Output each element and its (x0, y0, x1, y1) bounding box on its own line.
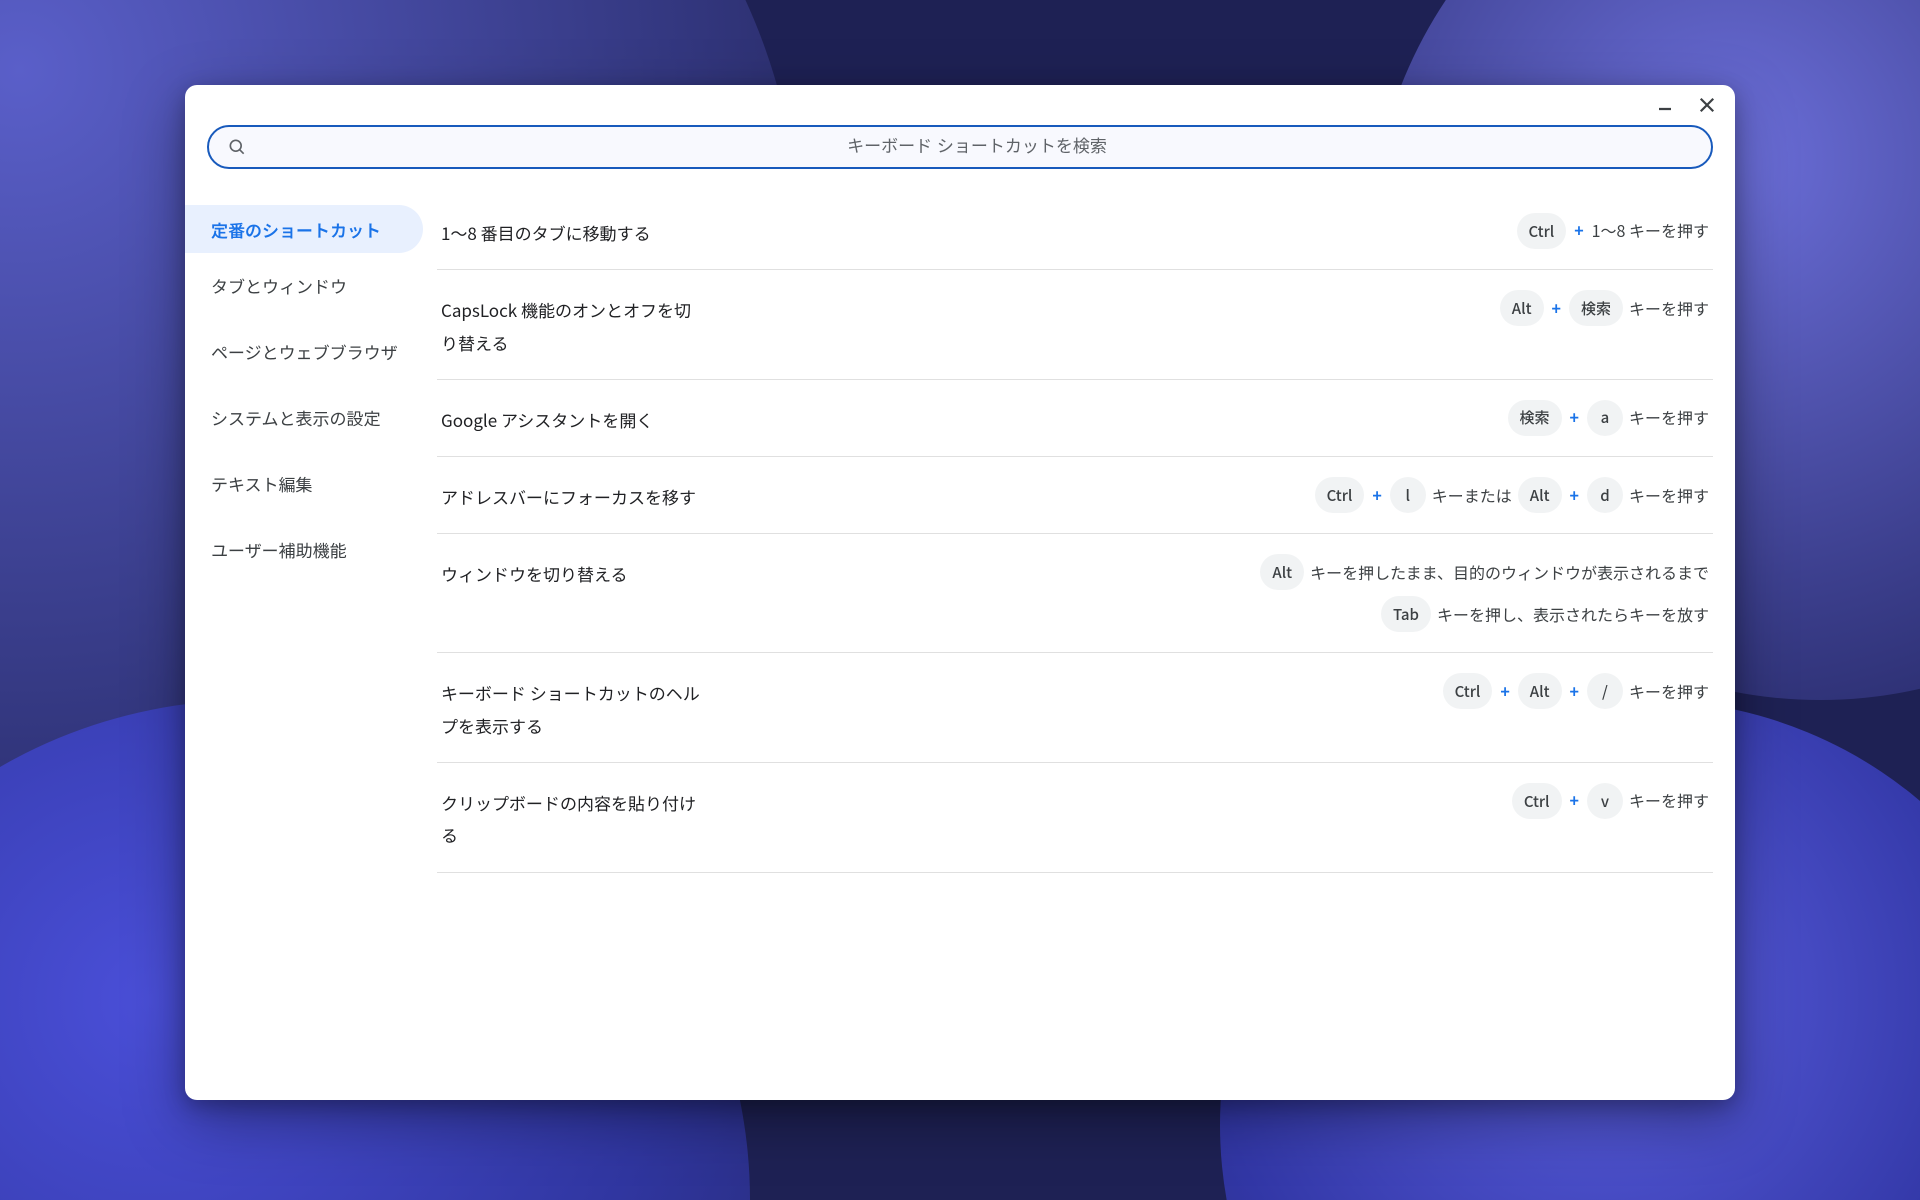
sidebar-item-label: ユーザー補助機能 (211, 537, 347, 562)
shortcut-title: キーボード ショートカットのヘルプを表示する (441, 673, 701, 742)
plus-icon: + (1498, 674, 1511, 709)
shortcut-text: キーまたは (1432, 478, 1512, 513)
shortcut-text: キーを押す (1629, 674, 1709, 709)
search-icon (227, 137, 247, 157)
keycap: Alt (1518, 477, 1562, 513)
sidebar: 定番のショートカットタブとウィンドウページとウェブブラウザシステムと表示の設定テ… (185, 193, 437, 1100)
shortcut-keys: Ctrl+vキーを押す (1512, 783, 1709, 819)
sidebar-item-label: ページとウェブブラウザ (211, 339, 398, 364)
plus-icon: + (1370, 478, 1383, 513)
shortcut-title: CapsLock 機能のオンとオフを切り替える (441, 290, 701, 359)
search-input[interactable] (261, 137, 1693, 157)
plus-icon: + (1572, 213, 1585, 248)
sidebar-item-2[interactable]: ページとウェブブラウザ (185, 327, 423, 375)
shortcut-row: 1～8 番目のタブに移動する Ctrl+1～8 キーを押す (437, 193, 1713, 270)
keycap: Alt (1260, 554, 1304, 590)
shortcut-row: キーボード ショートカットのヘルプを表示するCtrl+Alt+/キーを押す (437, 653, 1713, 763)
shortcut-text: キーを押す (1629, 400, 1709, 435)
plus-icon: + (1568, 674, 1581, 709)
sidebar-item-label: タブとウィンドウ (211, 273, 347, 298)
keycap: Ctrl (1315, 477, 1365, 513)
shortcut-text: キーを押す (1629, 291, 1709, 326)
shortcut-row: アドレスバーにフォーカスを移すCtrl+lキーまたはAlt+dキーを押す (437, 457, 1713, 534)
shortcut-row: ウィンドウを切り替える Altキーを押したまま、目的のウィンドウが表示されるまで T… (437, 534, 1713, 653)
keycap: / (1587, 673, 1623, 709)
plus-icon: + (1550, 291, 1563, 326)
shortcut-keys: Ctrl+1～8 キーを押す (1517, 213, 1709, 249)
keycap: 検索 (1569, 290, 1623, 326)
sidebar-item-1[interactable]: タブとウィンドウ (185, 261, 423, 309)
keycap: a (1587, 400, 1623, 436)
shortcut-text: 1～8 キーを押す (1592, 213, 1709, 248)
sidebar-item-label: 定番のショートカット (211, 217, 381, 242)
titlebar (185, 85, 1735, 125)
plus-icon: + (1568, 478, 1581, 513)
keycap: Tab (1381, 596, 1431, 632)
shortcut-row: CapsLock 機能のオンとオフを切り替える Alt+検索キーを押す (437, 270, 1713, 380)
shortcut-keys: Ctrl+Alt+/キーを押す (1443, 673, 1709, 709)
sidebar-item-5[interactable]: ユーザー補助機能 (185, 525, 423, 573)
keycap: d (1587, 477, 1623, 513)
close-button[interactable] (1693, 91, 1721, 119)
sidebar-item-label: システムと表示の設定 (211, 405, 381, 430)
keycap: Alt (1500, 290, 1544, 326)
shortcut-keys: 検索+aキーを押す (1508, 400, 1709, 436)
plus-icon: + (1568, 400, 1581, 435)
sidebar-item-3[interactable]: システムと表示の設定 (185, 393, 423, 441)
shortcut-title: アドレスバーにフォーカスを移す (441, 477, 696, 513)
sidebar-item-0[interactable]: 定番のショートカット (185, 205, 423, 253)
plus-icon: + (1568, 783, 1581, 818)
shortcut-text: キーを押す (1629, 783, 1709, 818)
close-icon (1697, 95, 1717, 115)
shortcut-row: クリップボードの内容を貼り付ける Ctrl+vキーを押す (437, 763, 1713, 873)
shortcut-keys: Ctrl+lキーまたはAlt+dキーを押す (1315, 477, 1709, 513)
shortcuts-window: 定番のショートカットタブとウィンドウページとウェブブラウザシステムと表示の設定テ… (185, 85, 1735, 1100)
keycap: Ctrl (1517, 213, 1567, 249)
shortcut-keys: Alt+検索キーを押す (1500, 290, 1709, 326)
search-bar[interactable] (207, 125, 1713, 169)
shortcut-text: キーを押したまま、目的のウィンドウが表示されるまで (1310, 555, 1709, 590)
keycap: l (1390, 477, 1426, 513)
shortcut-row: Google アシスタントを開く 検索+aキーを押す (437, 380, 1713, 457)
sidebar-item-4[interactable]: テキスト編集 (185, 459, 423, 507)
shortcut-keys: Altキーを押したまま、目的のウィンドウが表示されるまで Tabキーを押し、表示さ… (1249, 554, 1709, 632)
shortcut-text: キーを押す (1629, 478, 1709, 513)
minimize-icon (1657, 97, 1673, 113)
keycap: v (1587, 783, 1623, 819)
keycap: Ctrl (1443, 673, 1493, 709)
minimize-button[interactable] (1651, 91, 1679, 119)
sidebar-item-label: テキスト編集 (211, 471, 313, 496)
shortcut-title: クリップボードの内容を貼り付ける (441, 783, 701, 852)
keycap: Alt (1518, 673, 1562, 709)
keycap: 検索 (1508, 400, 1562, 436)
keycap: Ctrl (1512, 783, 1562, 819)
shortcut-list: 1～8 番目のタブに移動するCtrl+1～8 キーを押すCapsLock 機能の… (437, 193, 1735, 1100)
shortcut-text: キーを押し、表示されたらキーを放す (1437, 597, 1709, 632)
shortcut-title: 1～8 番目のタブに移動する (441, 213, 651, 249)
shortcut-title: Google アシスタントを開く (441, 400, 653, 436)
shortcut-title: ウィンドウを切り替える (441, 554, 628, 590)
